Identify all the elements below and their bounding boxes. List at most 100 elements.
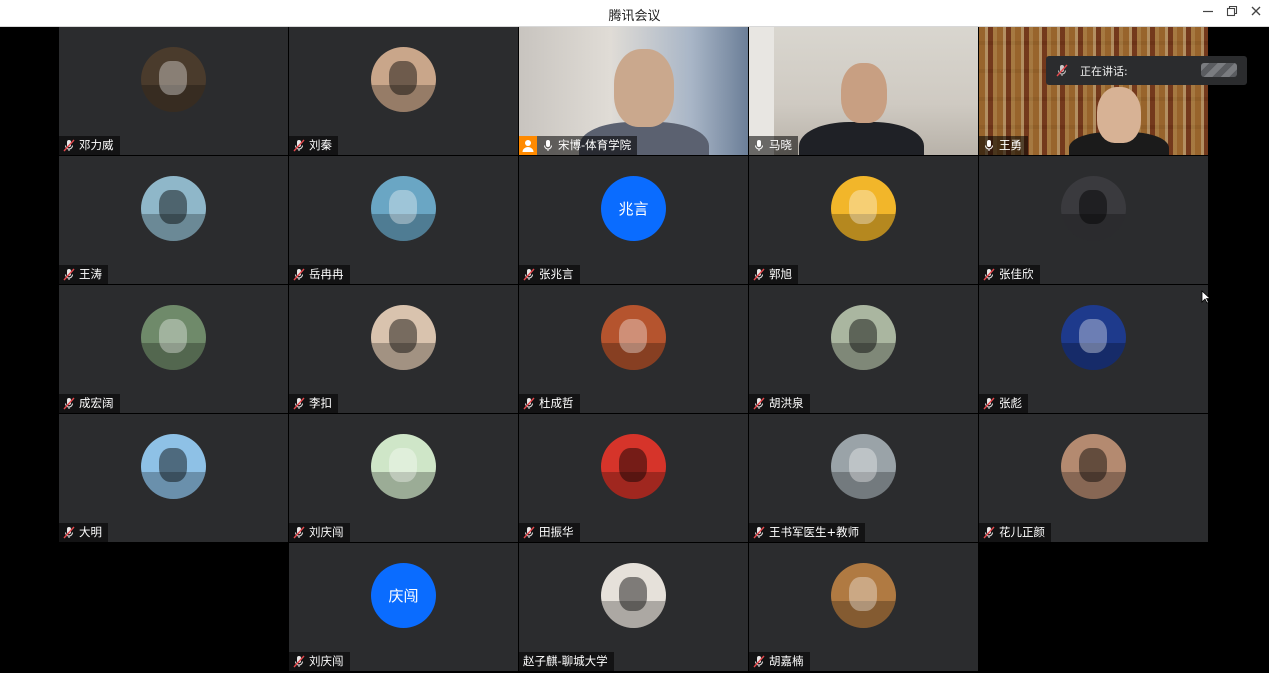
participant-name-label: 刘庆闯: [289, 652, 350, 671]
mic-muted-icon: [293, 139, 305, 152]
participant-name-label: 郭旭: [749, 265, 798, 284]
participant-name-label: 岳冉冉: [289, 265, 350, 284]
avatar-figure: [1079, 190, 1107, 224]
avatar-figure: [849, 319, 877, 353]
avatar: [141, 434, 206, 499]
avatar: [141, 176, 206, 241]
participant-tile[interactable]: 王勇: [979, 27, 1208, 155]
participant-name: 赵子麒-聊城大学: [523, 654, 608, 668]
participant-tile[interactable]: 王书军医生+教师: [749, 414, 978, 542]
participant-name: 田振华: [539, 525, 574, 539]
participant-name: 张彪: [999, 396, 1022, 410]
participant-name-label: 宋博-体育学院: [519, 136, 638, 155]
participant-name-label: 王勇: [979, 136, 1028, 155]
participant-tile[interactable]: 李扣: [289, 285, 518, 413]
avatar-figure: [619, 577, 647, 611]
participant-tile[interactable]: 杜成哲: [519, 285, 748, 413]
avatar-figure: [619, 319, 647, 353]
mic-icon: [983, 139, 995, 152]
mic-muted-icon: [753, 268, 765, 281]
participant-name-label: 杜成哲: [519, 394, 580, 413]
avatar: [371, 176, 436, 241]
avatar-figure: [619, 448, 647, 482]
avatar: [601, 434, 666, 499]
mic-muted-icon: [753, 526, 765, 539]
avatar-figure: [389, 190, 417, 224]
participant-tile[interactable]: 花儿正颜: [979, 414, 1208, 542]
mic-muted-icon: [1056, 64, 1068, 77]
participant-name: 胡嘉楠: [769, 654, 804, 668]
avatar-figure: [389, 319, 417, 353]
participant-tile[interactable]: 兆言张兆言: [519, 156, 748, 284]
participant-tile[interactable]: 邓力威: [59, 27, 288, 155]
participant-name-label: 胡嘉楠: [749, 652, 810, 671]
participant-tile[interactable]: 胡洪泉: [749, 285, 978, 413]
participant-name: 杜成哲: [539, 396, 574, 410]
participant-name-label: 张彪: [979, 394, 1028, 413]
mic-muted-icon: [983, 526, 995, 539]
participant-name: 刘秦: [309, 138, 332, 152]
restore-icon[interactable]: [1221, 3, 1243, 23]
participant-name: 刘庆闯: [309, 525, 344, 539]
participant-tile[interactable]: 王涛: [59, 156, 288, 284]
participant-tile[interactable]: 马晓: [749, 27, 978, 155]
participant-name-label: 大明: [59, 523, 108, 542]
participant-name-label: 胡洪泉: [749, 394, 810, 413]
mic-muted-icon: [63, 397, 75, 410]
speaker-name-redacted: [1201, 63, 1237, 77]
participant-name-label: 李扣: [289, 394, 338, 413]
avatar-figure: [389, 61, 417, 95]
mouse-cursor-icon: [1201, 289, 1212, 308]
avatar: [371, 47, 436, 112]
host-icon: [519, 136, 537, 155]
participant-tile[interactable]: 赵子麒-聊城大学: [519, 543, 748, 671]
speaking-label: 正在讲话:: [1080, 64, 1128, 78]
mic-muted-icon: [983, 397, 995, 410]
avatar: [1061, 176, 1126, 241]
participant-name-label: 花儿正颜: [979, 523, 1051, 542]
participant-name: 张佳欣: [999, 267, 1034, 281]
mic-muted-icon: [293, 397, 305, 410]
avatar: [831, 563, 896, 628]
participant-name-label: 刘庆闯: [289, 523, 350, 542]
avatar: [1061, 305, 1126, 370]
avatar-figure: [849, 448, 877, 482]
avatar: [831, 176, 896, 241]
participant-tile[interactable]: 刘秦: [289, 27, 518, 155]
participant-tile[interactable]: 大明: [59, 414, 288, 542]
avatar: [371, 434, 436, 499]
participant-tile[interactable]: 张佳欣: [979, 156, 1208, 284]
participant-name: 岳冉冉: [309, 267, 344, 281]
minimize-icon[interactable]: [1197, 3, 1219, 23]
participant-tile[interactable]: 刘庆闯: [289, 414, 518, 542]
participant-tile[interactable]: 胡嘉楠: [749, 543, 978, 671]
mic-muted-icon: [293, 268, 305, 281]
text-avatar: 庆闯: [371, 563, 436, 628]
avatar: [831, 434, 896, 499]
close-icon[interactable]: [1245, 3, 1267, 23]
participant-tile[interactable]: 宋博-体育学院: [519, 27, 748, 155]
participant-name: 大明: [79, 525, 102, 539]
mic-muted-icon: [63, 526, 75, 539]
avatar-figure: [159, 448, 187, 482]
text-avatar: 兆言: [601, 176, 666, 241]
participant-name: 宋博-体育学院: [558, 138, 632, 152]
participant-tile[interactable]: 田振华: [519, 414, 748, 542]
participant-tile[interactable]: 庆闯刘庆闯: [289, 543, 518, 671]
participant-name: 王勇: [999, 138, 1022, 152]
avatar-figure: [1079, 319, 1107, 353]
participant-name: 成宏阔: [79, 396, 114, 410]
window-title: 腾讯会议: [608, 9, 661, 24]
participant-name-label: 邓力威: [59, 136, 120, 155]
mic-muted-icon: [523, 526, 535, 539]
participant-tile[interactable]: 成宏阔: [59, 285, 288, 413]
participant-tile[interactable]: 岳冉冉: [289, 156, 518, 284]
speaking-indicator: 正在讲话:: [1046, 56, 1247, 85]
participant-name-label: 王涛: [59, 265, 108, 284]
mic-muted-icon: [63, 139, 75, 152]
participant-tile[interactable]: 张彪: [979, 285, 1208, 413]
avatar-figure: [159, 319, 187, 353]
participant-name-label: 赵子麒-聊城大学: [519, 652, 614, 671]
participant-name: 张兆言: [539, 267, 574, 281]
participant-tile[interactable]: 郭旭: [749, 156, 978, 284]
